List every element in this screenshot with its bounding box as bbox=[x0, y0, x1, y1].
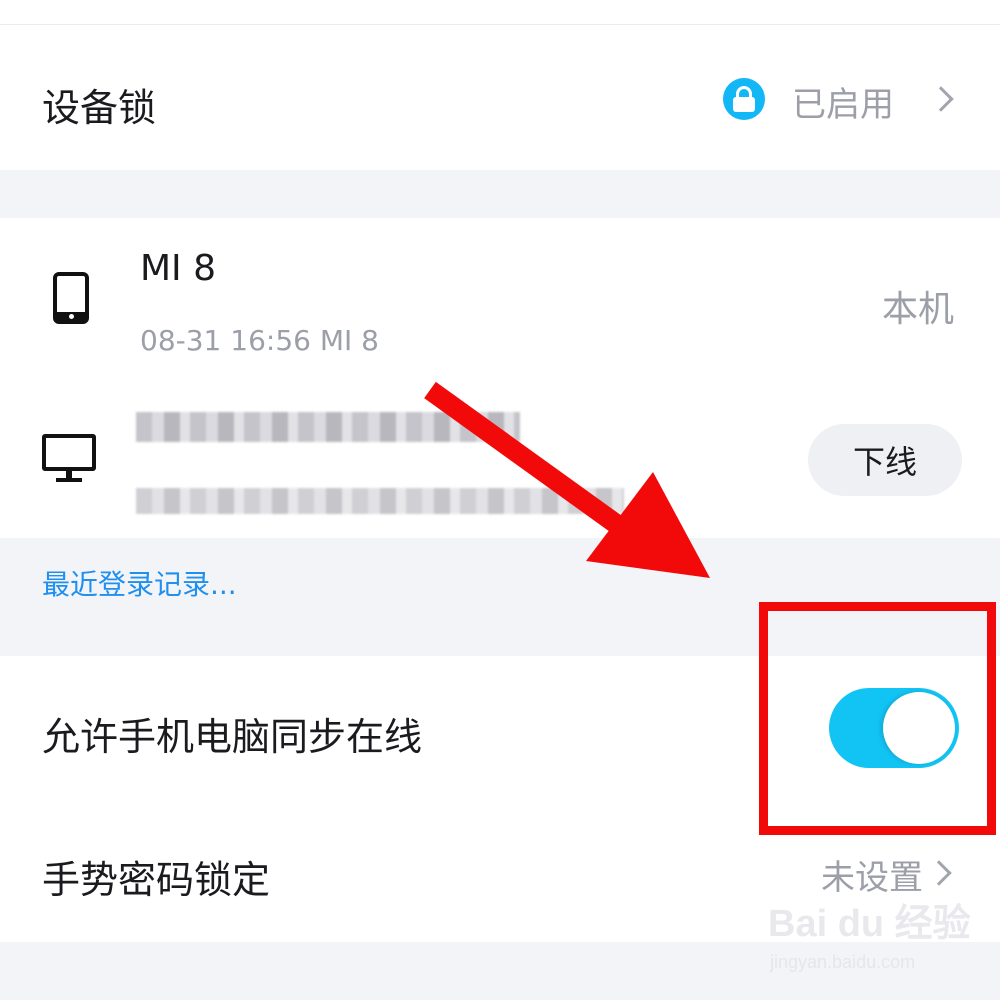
chevron-right-icon bbox=[928, 86, 954, 112]
sync-online-label: 允许手机电脑同步在线 bbox=[42, 715, 423, 759]
device-lock-title: 设备锁 bbox=[42, 86, 157, 130]
device-name: MI 8 bbox=[140, 248, 217, 289]
phone-icon bbox=[53, 272, 89, 324]
force-offline-button[interactable]: 下线 bbox=[808, 424, 962, 496]
chevron-right-icon bbox=[926, 860, 952, 886]
pixelated-device-detail bbox=[136, 488, 624, 514]
desktop-icon bbox=[42, 434, 96, 486]
current-device-tag: 本机 bbox=[882, 289, 955, 330]
gesture-lock-label: 手势密码锁定 bbox=[42, 858, 271, 902]
watermark-logo: Bai du 经验 bbox=[768, 903, 971, 945]
device-login-detail: 08-31 16:56 MI 8 bbox=[140, 324, 379, 357]
pixelated-device-name bbox=[136, 412, 520, 442]
highlight-box bbox=[759, 602, 996, 835]
baidu-watermark: Bai du 经验 jingyan.baidu.com bbox=[768, 892, 971, 982]
recent-login-link[interactable]: 最近登录记录... bbox=[42, 563, 237, 603]
section-gap bbox=[0, 170, 1000, 218]
device-lock-row[interactable]: 设备锁 已启用 bbox=[0, 25, 1000, 170]
lock-icon bbox=[723, 78, 765, 120]
watermark-url: jingyan.baidu.com bbox=[770, 952, 916, 972]
device-lock-status: 已启用 bbox=[792, 85, 894, 125]
